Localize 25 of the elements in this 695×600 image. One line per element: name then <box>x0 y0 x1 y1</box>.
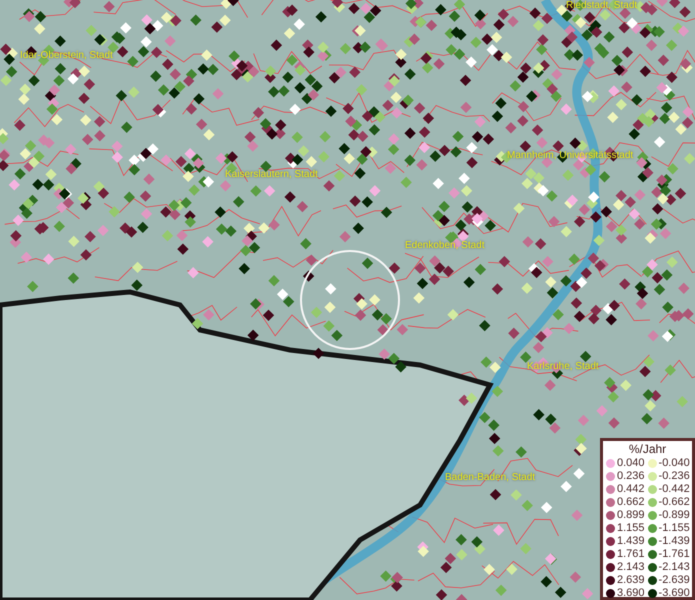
legend-label: 2.639 <box>617 574 645 587</box>
legend-label: -0.236 <box>658 470 690 483</box>
legend-label: 1.439 <box>617 535 645 548</box>
legend-label: -0.662 <box>658 496 690 509</box>
legend-label: 3.690 <box>617 587 645 600</box>
city-label: Karlsruhe, Stadt <box>527 361 599 373</box>
legend-label: -0.442 <box>658 483 690 496</box>
legend-label: 1.155 <box>617 522 645 535</box>
legend-label: 0.236 <box>617 470 645 483</box>
legend-label: -1.439 <box>658 535 690 548</box>
legend-label: -1.761 <box>658 548 690 561</box>
legend-label: -2.143 <box>658 561 690 574</box>
legend-label: 0.040 <box>617 457 645 470</box>
legend-label: 2.143 <box>617 561 645 574</box>
legend-label: 0.662 <box>617 496 645 509</box>
legend-label: -3.690 <box>658 587 690 600</box>
legend-title: %/Jahr <box>628 442 668 457</box>
legend-label: -0.899 <box>658 509 690 522</box>
legend-label: -2.639 <box>658 574 690 587</box>
legend-label: 0.899 <box>617 509 645 522</box>
city-label: Edenkoben, Stadt <box>405 240 485 252</box>
legend-label: -1.155 <box>658 522 690 535</box>
legend-label: 1.761 <box>617 548 645 561</box>
legend-label: 0.442 <box>617 483 645 496</box>
legend-label: -0.040 <box>658 457 690 470</box>
